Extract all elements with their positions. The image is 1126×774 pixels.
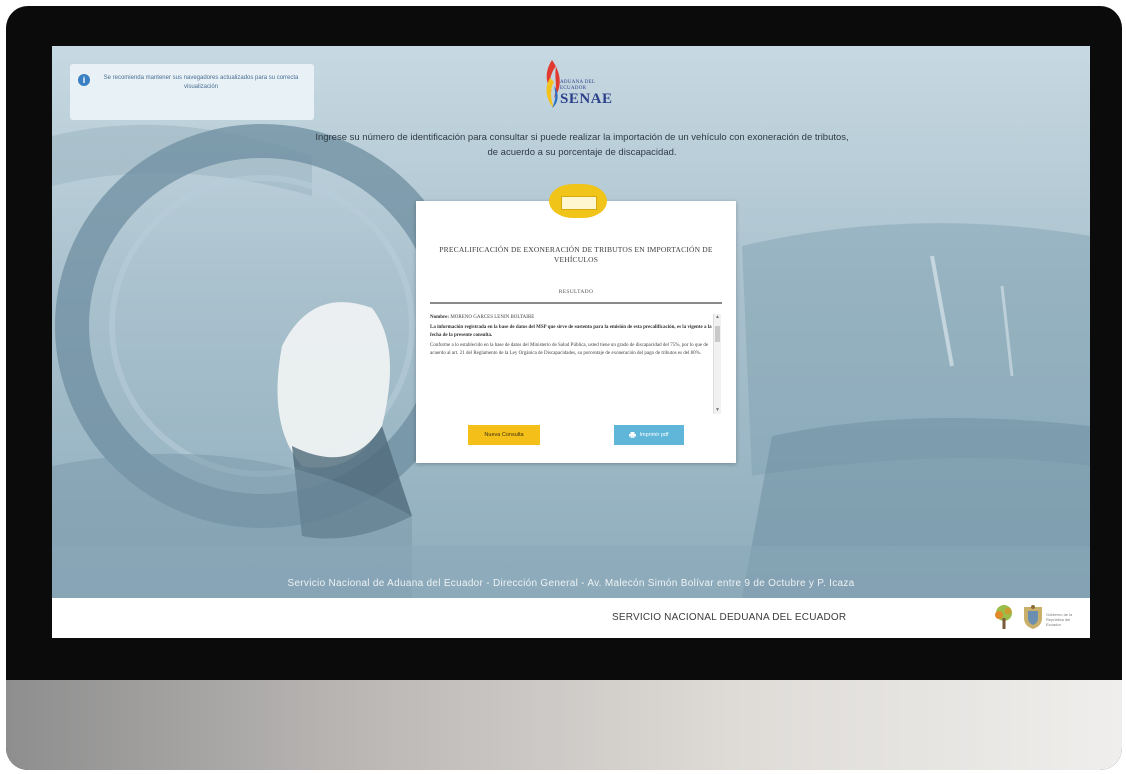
result-scrollbar[interactable]: ▲ ▼ xyxy=(713,314,721,414)
result-card: PRECALIFICACIÓN DE EXONERACIÓN DE TRIBUT… xyxy=(416,201,736,463)
print-pdf-button[interactable]: Imprimir pdf xyxy=(614,425,684,445)
page-footer: SERVICIO NACIONAL DEDUANA DEL ECUADOR Go… xyxy=(52,598,1090,638)
logo-name: SENAE xyxy=(560,91,613,107)
name-value: MORENO GARCES LENIN BOLTAIRE xyxy=(450,315,535,320)
scroll-thumb[interactable] xyxy=(715,326,720,342)
result-paragraph-1: La información registrada en la base de … xyxy=(430,325,712,338)
card-title: PRECALIFICACIÓN DE EXONERACIÓN DE TRIBUT… xyxy=(439,245,713,264)
card-subtitle: RESULTADO xyxy=(558,289,594,295)
card-divider xyxy=(430,302,722,304)
address-text: Servicio Nacional de Aduana del Ecuador … xyxy=(287,578,855,589)
browser-update-notice: i Se recomienda mantener sus navegadores… xyxy=(70,64,314,120)
senae-logo-text: ADUANA DEL ECUADOR SENAE xyxy=(560,80,613,107)
scroll-up-arrow-icon[interactable]: ▲ xyxy=(714,314,721,321)
scroll-down-arrow-icon[interactable]: ▼ xyxy=(714,407,721,414)
notice-text: Se recomienda mantener sus navegadores a… xyxy=(103,75,299,90)
monitor-stand xyxy=(6,680,1122,770)
footer-title: SERVICIO NACIONAL DEDUANA DEL ECUADOR xyxy=(612,612,847,623)
senae-badge-logo xyxy=(549,184,607,218)
printer-icon xyxy=(629,432,637,438)
result-text-area[interactable]: Nombre: MORENO GARCES LENIN BOLTAIRE La … xyxy=(430,314,712,414)
browser-screen: i Se recomienda mantener sus navegadores… xyxy=(52,46,1090,638)
tree-icon xyxy=(995,605,1012,629)
name-label: Nombre: xyxy=(430,315,450,320)
coat-of-arms-icon xyxy=(1024,605,1042,629)
senae-logo: ADUANA DEL ECUADOR SENAE xyxy=(540,58,620,110)
intro-text: Ingrese su número de identificación para… xyxy=(315,132,849,158)
government-label: Gobierno de la República del Ecuador xyxy=(1046,612,1073,627)
print-pdf-label: Imprimir pdf xyxy=(639,432,669,438)
badge-emblem xyxy=(561,196,597,210)
new-query-button[interactable]: Nueva Consulta xyxy=(468,425,540,445)
result-paragraph-2: Conforme a lo establecido en la base de … xyxy=(430,343,709,356)
monitor-frame: i Se recomienda mantener sus navegadores… xyxy=(6,6,1122,770)
info-icon: i xyxy=(78,74,90,86)
